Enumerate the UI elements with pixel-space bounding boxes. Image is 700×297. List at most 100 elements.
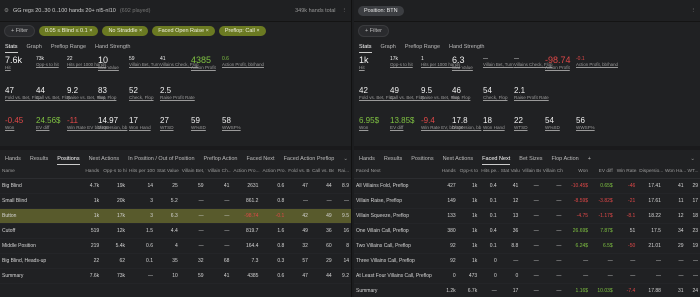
chevron-down-icon[interactable]: ⌄ <box>690 156 695 162</box>
table-row[interactable]: Villain Squeeze, Preflop 133 1k 0.1 13— — -4.7… <box>354 208 700 224</box>
stat-cell[interactable]: 46 Bet, Flop <box>452 86 483 101</box>
column-header-hands[interactable]: Hands <box>75 166 102 179</box>
column-header-fold-vs-bet[interactable]: Fold vs. Bet <box>286 166 310 179</box>
table-row[interactable]: All Villains Fold, Preflop 427 1k 0.4 41— — -1… <box>354 178 700 194</box>
column-header-hands[interactable]: Hands <box>436 166 458 179</box>
stat-cell[interactable]: 59 Villain Bet, Turn <box>129 56 160 68</box>
table-row[interactable]: Middle Position 219 5.4k 0.6 4— —164.4 0.8 32 60… <box>0 238 351 254</box>
gear-icon[interactable]: ⚙ <box>4 8 9 14</box>
table-row[interactable]: Villain Raise, Preflop 149 1k 0.1 12— — -8.59$… <box>354 193 700 209</box>
position-button[interactable]: Position: BTN <box>358 5 404 16</box>
stat-cell[interactable]: 9.2 Raise vs. Bet, Flop <box>67 86 106 101</box>
stat-cell[interactable]: 56 WWSF% <box>576 116 607 131</box>
subtab-next-actions[interactable]: Next Actions <box>443 154 474 164</box>
table-row[interactable]: Big Blind 4.7k 19k 14 25 59 41 2631 0.6 47 44 8.9 <box>0 178 351 194</box>
column-header-opp-s-to-hit[interactable]: Opp-s to hit <box>101 166 128 179</box>
column-header-rai[interactable]: Rai... <box>333 166 351 179</box>
stat-cell[interactable]: 54 W%SD <box>545 116 576 131</box>
column-header-ev-diff[interactable]: EV diff <box>590 166 615 179</box>
table-row[interactable]: One Villain Call, Preflop 380 1k 0.4 36— —26.… <box>354 223 700 239</box>
stat-cell[interactable]: 1k Hit <box>359 56 390 71</box>
stat-cell[interactable]: — Villains Check, Flop <box>514 56 552 68</box>
stat-cell[interactable]: -0.1 Action Profit, bb/hand <box>576 56 618 68</box>
stat-cell[interactable]: -0.45 Won <box>5 116 36 131</box>
more-icon[interactable]: ⋮ <box>342 8 348 14</box>
stat-cell[interactable]: 41 Villains Check, Flop <box>160 56 198 68</box>
table-row[interactable]: Big Blind, Heads-up 22 62 0.1 35 32 68 7.3 0.3 57… <box>0 253 351 269</box>
table-row[interactable]: Button 1k 17k 3 6.3— — -98.74 -0.1 42 49 9.5 <box>0 208 351 224</box>
subtab-bet-sizes[interactable]: Bet Sizes <box>519 154 542 164</box>
stat-cell[interactable]: 2.1 Raise Profit Rate <box>514 86 549 101</box>
column-header-action-pro[interactable]: Action Pro... <box>231 166 261 179</box>
tab-preflop-range[interactable]: Preflop Range <box>51 42 86 52</box>
tab-stats[interactable]: Stats <box>359 42 372 53</box>
stat-cell[interactable]: 6.95$ Won <box>359 116 390 131</box>
tab-graph[interactable]: Graph <box>27 42 42 52</box>
stat-cell[interactable]: 24.56$ EV diff <box>36 116 67 131</box>
add-filter-button[interactable]: + Filter <box>358 25 389 37</box>
subtab-item[interactable]: + <box>588 154 591 164</box>
stat-cell[interactable]: 73k Opp-s to hit <box>36 56 67 68</box>
stat-cell[interactable]: 18 Won Hand <box>483 116 514 131</box>
subtab-results[interactable]: Results <box>384 154 402 164</box>
stat-cell[interactable]: 83 Bet, Flop <box>98 86 129 101</box>
column-header-call-vs-bet[interactable]: Call vs. Bet <box>309 166 334 179</box>
stat-cell[interactable]: 44 Call vs. Bet, Flop <box>36 86 71 101</box>
stat-cell[interactable]: 22 WTSD <box>514 116 545 131</box>
column-header-faced-next[interactable]: Faced Next <box>354 166 437 179</box>
stat-cell[interactable]: 7.6k Hit <box>5 56 36 71</box>
subtab-results[interactable]: Results <box>30 154 48 164</box>
stat-cell[interactable]: 52 Check, Flop <box>129 86 160 101</box>
stat-cell[interactable]: 6.3 Stat Value <box>452 56 483 71</box>
stat-cell[interactable]: 58 WWSF% <box>222 116 253 131</box>
column-header-opp-s-to-hit[interactable]: Opp-s to hit <box>457 166 480 179</box>
column-header-villain-ch[interactable]: Villain Ch... <box>205 166 232 179</box>
stat-cell[interactable]: 17 Won Hand <box>129 116 160 131</box>
stat-cell[interactable]: 2.5 Raise Profit Rate <box>160 86 195 101</box>
tab-hand-strength[interactable]: Hand Strength <box>449 42 484 52</box>
stat-cell[interactable]: 1 Hits per 1000 hands <box>421 56 460 68</box>
stat-cell[interactable]: 14.97 Dispersion, bb <box>98 116 129 131</box>
chevron-down-icon[interactable]: ⌄ <box>343 156 348 162</box>
stat-cell[interactable]: 10 Stat Value <box>98 56 129 71</box>
column-header-stat-value[interactable]: Stat Value <box>155 166 180 179</box>
stat-cell[interactable]: — Villain Bet, Turn <box>483 56 514 68</box>
table-row[interactable]: Three Villains Call, Preflop 92 1k 0— — — — — — —… <box>354 253 700 269</box>
column-header-win-rate[interactable]: Win Rate... <box>614 166 638 179</box>
stat-cell[interactable]: 9.5 Raise vs. Bet, Flop <box>421 86 460 101</box>
stat-cell[interactable]: -98.74 Action Profit <box>545 56 576 71</box>
column-header-name[interactable]: Name <box>0 166 76 179</box>
stat-cell[interactable]: 27 WTSD <box>160 116 191 131</box>
column-header-stat-value[interactable]: Stat Value <box>498 166 521 179</box>
column-header-won[interactable]: Won <box>563 166 591 179</box>
tab-hand-strength[interactable]: Hand Strength <box>95 42 130 52</box>
stat-cell[interactable]: 54 Check, Flop <box>483 86 514 101</box>
stat-cell[interactable]: 4385 Action Profit <box>191 56 222 71</box>
table-row[interactable]: Small Blind 1k 20k 3 5.2— —861.2 0.8— — — <box>0 193 351 209</box>
subtab-positions[interactable]: Positions <box>57 154 80 165</box>
stat-cell[interactable]: 47 Fold vs. Bet, Flop <box>5 86 41 101</box>
add-filter-button[interactable]: + Filter <box>4 25 35 37</box>
stat-cell[interactable]: 59 W%SD <box>191 116 222 131</box>
stat-cell[interactable]: 17k Opp-s to hit <box>390 56 421 68</box>
stat-cell[interactable]: 17.8 Dispersion, bb <box>452 116 483 131</box>
filter-chip-preflop-call[interactable]: Preflop: Call × <box>218 26 266 36</box>
table-row[interactable]: At Least Four Villains Call, Preflop 0 473… <box>354 268 700 284</box>
subtab-next-actions[interactable]: Next Actions <box>89 154 120 164</box>
subtab-hands[interactable]: Hands <box>5 154 21 164</box>
tab-preflop-range[interactable]: Preflop Range <box>405 42 440 52</box>
more-icon[interactable]: ⋮ <box>691 8 697 14</box>
subtab-preflop-action[interactable]: Preflop Action <box>204 154 238 164</box>
column-header-hits-per-1000-ha[interactable]: Hits per 1000 ha... <box>127 166 155 179</box>
subtab-faced-action-preflop[interactable]: Faced Action Preflop <box>284 154 335 164</box>
column-header-hits-pe[interactable]: Hits pe... <box>479 166 499 179</box>
stat-cell[interactable]: 49 Call vs. Bet, Flop <box>390 86 425 101</box>
subtab-faced-next[interactable]: Faced Next <box>482 154 511 165</box>
subtab-flop-action[interactable]: Flop Action <box>552 154 579 164</box>
column-header-villain-check[interactable]: Villain Check... <box>540 166 564 179</box>
filter-chip-faced-open-raise[interactable]: Faced Open Raise × <box>152 26 215 36</box>
stat-cell[interactable]: 0.6 Action Profit, bb/hand <box>222 56 264 68</box>
filter-chip-blind[interactable]: 0.05 ≤ Blind ≤ 0.1 × <box>38 26 99 36</box>
tab-graph[interactable]: Graph <box>381 42 396 52</box>
column-header-won-ha[interactable]: Won Ha... <box>662 166 686 179</box>
